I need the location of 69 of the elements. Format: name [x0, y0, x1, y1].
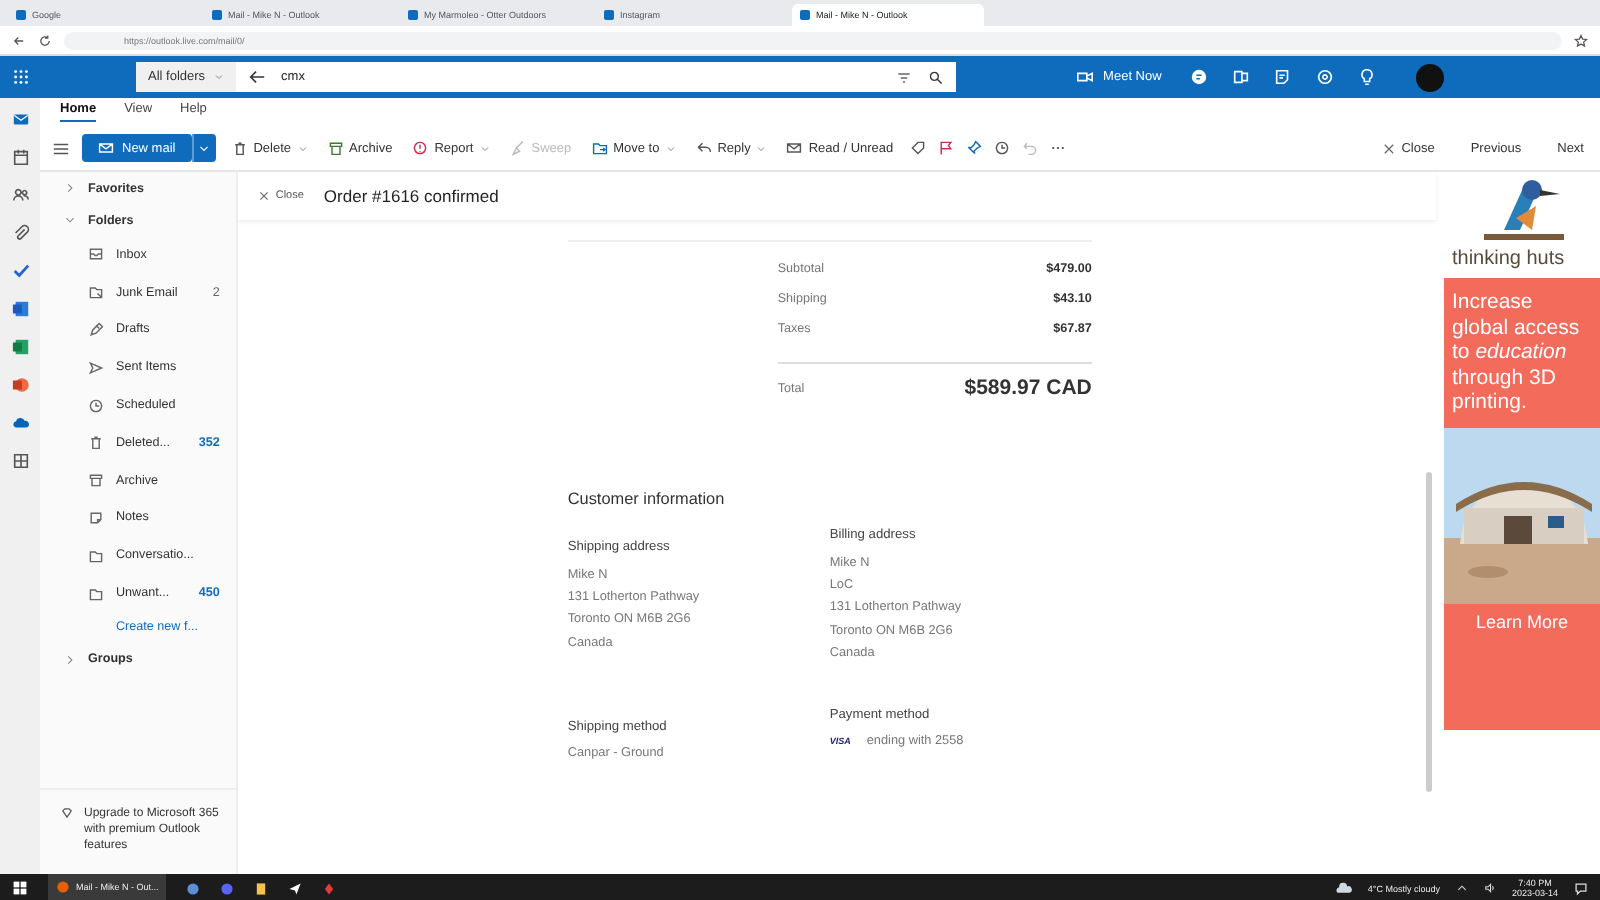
folder-move-icon [591, 140, 608, 156]
total-value: $589.97 CAD [964, 376, 1092, 401]
slides-icon [11, 376, 29, 394]
envelope-icon [786, 140, 803, 156]
close-icon [257, 190, 270, 202]
scrollbar[interactable] [1426, 472, 1432, 792]
back-arrow-icon [247, 68, 266, 86]
app-icon [186, 881, 201, 895]
start-icon [12, 880, 28, 896]
star-icon [1574, 33, 1588, 47]
undo-icon [1021, 140, 1038, 156]
office-icon [1231, 68, 1250, 86]
archive-icon [327, 140, 344, 156]
warning-icon [412, 140, 429, 156]
chevron-up-icon [1455, 882, 1468, 894]
search-icon [927, 69, 944, 85]
diamond-icon [60, 805, 74, 820]
flag-icon [937, 140, 954, 156]
chevron-down-icon [64, 214, 76, 226]
apps-icon [11, 452, 29, 470]
hamburger-menu-icon [52, 139, 70, 157]
profile-avatar[interactable] [1415, 63, 1444, 91]
section-heading: Customer information [567, 490, 727, 509]
lightbulb-icon [1357, 68, 1376, 86]
mail-icon [11, 110, 29, 128]
weather-icon [1335, 880, 1352, 896]
notes-icon [1273, 68, 1292, 86]
back-icon [12, 33, 26, 47]
reload-icon [38, 33, 52, 47]
favicon-icon [408, 10, 418, 20]
settings-icon [1315, 68, 1334, 86]
people-icon [11, 186, 29, 204]
favicon-icon [16, 10, 26, 20]
close-icon [1381, 141, 1396, 155]
chat-icon [220, 881, 235, 895]
paperclip-icon [11, 224, 29, 242]
pin-icon [965, 140, 982, 156]
reply-icon [695, 140, 712, 156]
app-icon [254, 881, 269, 895]
app-launcher-icon [11, 68, 29, 86]
cloud-icon [11, 414, 29, 432]
favicon-icon [212, 10, 222, 20]
calendar-icon [11, 148, 29, 166]
speaker-icon [1483, 882, 1496, 894]
new-mail-dropdown[interactable] [191, 134, 216, 162]
checkmark-icon [11, 262, 29, 280]
filter-icon [895, 69, 912, 85]
ad-brand: thinking huts [1450, 248, 1567, 270]
browser-icon [56, 880, 70, 894]
send-icon [288, 881, 303, 895]
caret-icon [213, 72, 224, 82]
chevron-right-icon [64, 653, 76, 666]
broom-icon [509, 140, 526, 156]
envelope-icon [98, 140, 114, 156]
trash-icon [231, 140, 248, 156]
spreadsheet-icon [11, 338, 29, 356]
clock-icon [993, 140, 1010, 156]
tag-icon [909, 140, 926, 156]
chat-icon [1189, 68, 1208, 86]
notification-icon [1574, 881, 1588, 895]
ad-headline: Increase global access to education through 3D printing. [1452, 290, 1582, 416]
caret-icon [198, 142, 211, 154]
chevron-right-icon [64, 182, 76, 194]
message-subject: Order #1616 confirmed [323, 186, 499, 206]
app-icon [322, 881, 337, 895]
document-icon [11, 300, 29, 318]
favicon-icon [604, 10, 614, 20]
favicon-icon [800, 10, 810, 20]
video-icon [1075, 68, 1094, 86]
